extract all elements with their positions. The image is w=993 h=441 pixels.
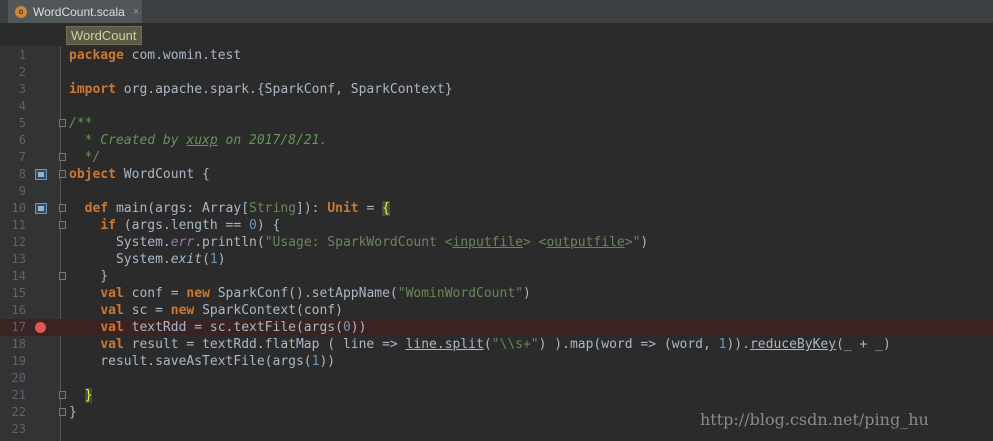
- code-line[interactable]: 10 def main(args: Array[String]): Unit =…: [0, 200, 993, 217]
- line-number[interactable]: 8: [0, 166, 26, 183]
- override-icon[interactable]: [35, 203, 47, 214]
- breadcrumb[interactable]: WordCount: [66, 26, 142, 45]
- line-number[interactable]: 4: [0, 98, 26, 115]
- code-line[interactable]: 11 if (args.length == 0) {: [0, 217, 993, 234]
- line-number[interactable]: 17: [0, 319, 26, 336]
- code-line[interactable]: 14 }: [0, 268, 993, 285]
- fold-icon[interactable]: [59, 204, 66, 212]
- line-number[interactable]: 9: [0, 183, 26, 200]
- code-text: System.exit(1): [69, 252, 226, 267]
- line-number[interactable]: 5: [0, 115, 26, 132]
- code-text: val sc = new SparkContext(conf): [100, 303, 343, 318]
- code-line[interactable]: 16 val sc = new SparkContext(conf): [0, 302, 993, 319]
- line-number[interactable]: 14: [0, 268, 26, 285]
- code-text: }: [69, 405, 77, 420]
- watermark: http://blog.csdn.net/ping_hu: [700, 410, 929, 429]
- fold-icon[interactable]: [59, 153, 66, 161]
- code-text: }: [69, 269, 109, 284]
- breadcrumb-bar: WordCount: [0, 24, 993, 46]
- line-number[interactable]: 3: [0, 81, 26, 98]
- line-number[interactable]: 15: [0, 285, 26, 302]
- code-line[interactable]: 5 /**: [0, 115, 993, 132]
- code-text: if (args.length == 0) {: [100, 218, 281, 233]
- code-line[interactable]: 3 import org.apache.spark.{SparkConf, Spa…: [0, 81, 993, 98]
- fold-icon[interactable]: [59, 272, 66, 280]
- line-number[interactable]: 16: [0, 302, 26, 319]
- line-number[interactable]: 20: [0, 370, 26, 387]
- code-text: val textRdd = sc.textFile(args(0)): [100, 320, 367, 335]
- code-line[interactable]: 9: [0, 183, 993, 200]
- line-number[interactable]: 13: [0, 251, 26, 268]
- line-number[interactable]: 1: [0, 47, 26, 64]
- editor-tab-bar: o WordCount.scala ×: [0, 0, 993, 24]
- fold-icon[interactable]: [59, 221, 66, 229]
- code-line[interactable]: 7 */: [0, 149, 993, 166]
- line-number[interactable]: 12: [0, 234, 26, 251]
- code-text: }: [84, 388, 93, 403]
- scala-object-icon: o: [15, 5, 27, 18]
- line-number[interactable]: 23: [0, 421, 26, 438]
- line-number[interactable]: 2: [0, 64, 26, 81]
- line-number[interactable]: 11: [0, 217, 26, 234]
- code-line[interactable]: 20: [0, 370, 993, 387]
- code-line[interactable]: 12 System.err.println("Usage: SparkWordC…: [0, 234, 993, 251]
- fold-icon[interactable]: [59, 391, 66, 399]
- code-text: val result = textRdd.flatMap ( line => l…: [100, 337, 891, 352]
- code-line[interactable]: 15 val conf = new SparkConf().setAppName…: [0, 285, 993, 302]
- code-line[interactable]: 21 }: [0, 387, 993, 404]
- line-number[interactable]: 21: [0, 387, 26, 404]
- code-line[interactable]: 18 val result = textRdd.flatMap ( line =…: [0, 336, 993, 353]
- code-text: def main(args: Array[String]): Unit = {: [84, 201, 390, 216]
- line-number[interactable]: 18: [0, 336, 26, 353]
- code-text: import org.apache.spark.{SparkConf, Spar…: [69, 82, 453, 97]
- code-line[interactable]: 19 result.saveAsTextFile(args(1)): [0, 353, 993, 370]
- close-icon[interactable]: ×: [133, 6, 139, 18]
- fold-icon[interactable]: [59, 119, 66, 127]
- fold-icon[interactable]: [59, 408, 66, 416]
- code-line[interactable]: 17 val textRdd = sc.textFile(args(0)): [0, 319, 993, 336]
- code-text: object WordCount {: [69, 167, 210, 182]
- code-line[interactable]: 1 package com.womin.test: [0, 47, 993, 64]
- code-line[interactable]: 13 System.exit(1): [0, 251, 993, 268]
- code-text: val conf = new SparkConf().setAppName("W…: [100, 286, 531, 301]
- code-line[interactable]: 6 * Created by xuxp on 2017/8/21.: [0, 132, 993, 149]
- code-editor[interactable]: 1 package com.womin.test 2 3 import org.apac…: [0, 47, 993, 438]
- line-number[interactable]: 19: [0, 353, 26, 370]
- line-number[interactable]: 10: [0, 200, 26, 217]
- code-line[interactable]: 4: [0, 98, 993, 115]
- fold-icon[interactable]: [59, 170, 66, 178]
- code-text: result.saveAsTextFile(args(1)): [69, 354, 336, 369]
- code-text: System.err.println("Usage: SparkWordCoun…: [69, 235, 649, 250]
- breakpoint-icon[interactable]: [35, 322, 46, 333]
- line-number[interactable]: 22: [0, 404, 26, 421]
- tab-label: WordCount.scala: [33, 4, 125, 19]
- code-line[interactable]: 2: [0, 64, 993, 81]
- code-text: package com.womin.test: [69, 48, 242, 63]
- code-text: /**: [69, 116, 93, 131]
- code-text: * Created by xuxp on 2017/8/21.: [69, 133, 328, 148]
- line-number[interactable]: 7: [0, 149, 26, 166]
- tab-wordcount-scala[interactable]: o WordCount.scala ×: [8, 0, 142, 23]
- code-line[interactable]: 8 object WordCount {: [0, 166, 993, 183]
- override-icon[interactable]: [35, 169, 47, 180]
- code-text: */: [69, 150, 101, 165]
- line-number[interactable]: 6: [0, 132, 26, 149]
